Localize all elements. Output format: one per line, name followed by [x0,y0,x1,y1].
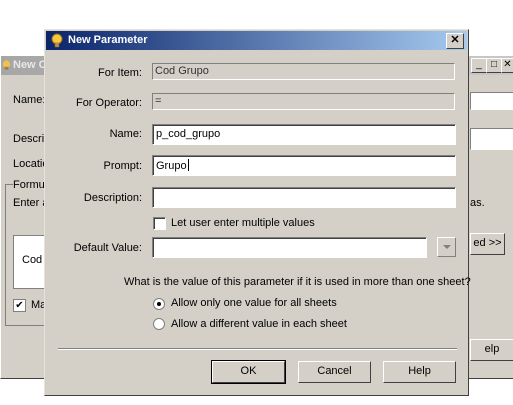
question-text: What is the value of this parameter if i… [124,276,471,288]
dialog-title: New Parameter [68,34,148,46]
radio-one-value[interactable] [153,298,165,310]
default-value-dropdown-button[interactable] [437,237,456,257]
new-parameter-dialog: New Parameter ✕ For Item: Cod Grupo For … [44,29,471,396]
background-title: New C [13,59,47,71]
background-description-field[interactable] [470,128,513,150]
prompt-input[interactable]: Grupo [152,155,456,176]
lightbulb-icon [2,60,11,70]
for-operator-field: = [152,93,455,110]
background-checkbox[interactable]: ✔ [13,299,26,312]
background-description-label: Descri [13,133,45,145]
default-value-label: Default Value: [73,242,142,254]
radio-one-value-label[interactable]: Allow only one value for all sheets [171,297,337,309]
ok-button[interactable]: OK [211,360,286,384]
cancel-button[interactable]: Cancel [298,361,371,383]
prompt-label: Prompt: [103,160,142,172]
description-label: Description: [83,192,142,204]
name-input[interactable]: p_cod_grupo [152,124,456,145]
background-tail-text: as. [470,197,485,209]
prompt-value: Grupo [156,160,187,172]
background-formula-label: Formul [13,179,48,191]
background-advanced-button[interactable]: ed >> [470,233,505,255]
close-button[interactable]: ✕ [446,33,464,49]
maximize-icon[interactable]: □ [486,58,502,73]
multiple-values-checkbox[interactable] [153,217,166,230]
radio-different-value[interactable] [153,318,165,330]
multiple-values-label[interactable]: Let user enter multiple values [171,217,315,229]
name-value: p_cod_grupo [156,128,221,140]
text-caret [187,159,189,171]
list-item[interactable]: Cod [22,254,42,266]
description-input[interactable] [152,187,456,208]
background-name-label: Name: [13,94,46,106]
minimize-icon[interactable]: _ [471,58,487,73]
separator [58,348,457,350]
background-name-field[interactable] [470,92,513,110]
close-icon: ✕ [450,34,460,46]
default-value-input[interactable] [152,237,427,258]
chevron-down-icon [443,245,451,249]
lightbulb-icon [51,33,63,48]
for-item-label: For Item: [97,67,142,79]
help-button[interactable]: Help [383,361,456,383]
radio-different-value-label[interactable]: Allow a different value in each sheet [171,318,347,330]
for-item-field: Cod Grupo [152,63,455,80]
close-icon[interactable]: ✕ [501,58,513,73]
for-operator-label: For Operator: [75,97,142,109]
name-label: Name: [109,128,142,140]
title-bar[interactable]: New Parameter ✕ [46,31,467,50]
background-help-button[interactable]: elp [470,339,513,361]
